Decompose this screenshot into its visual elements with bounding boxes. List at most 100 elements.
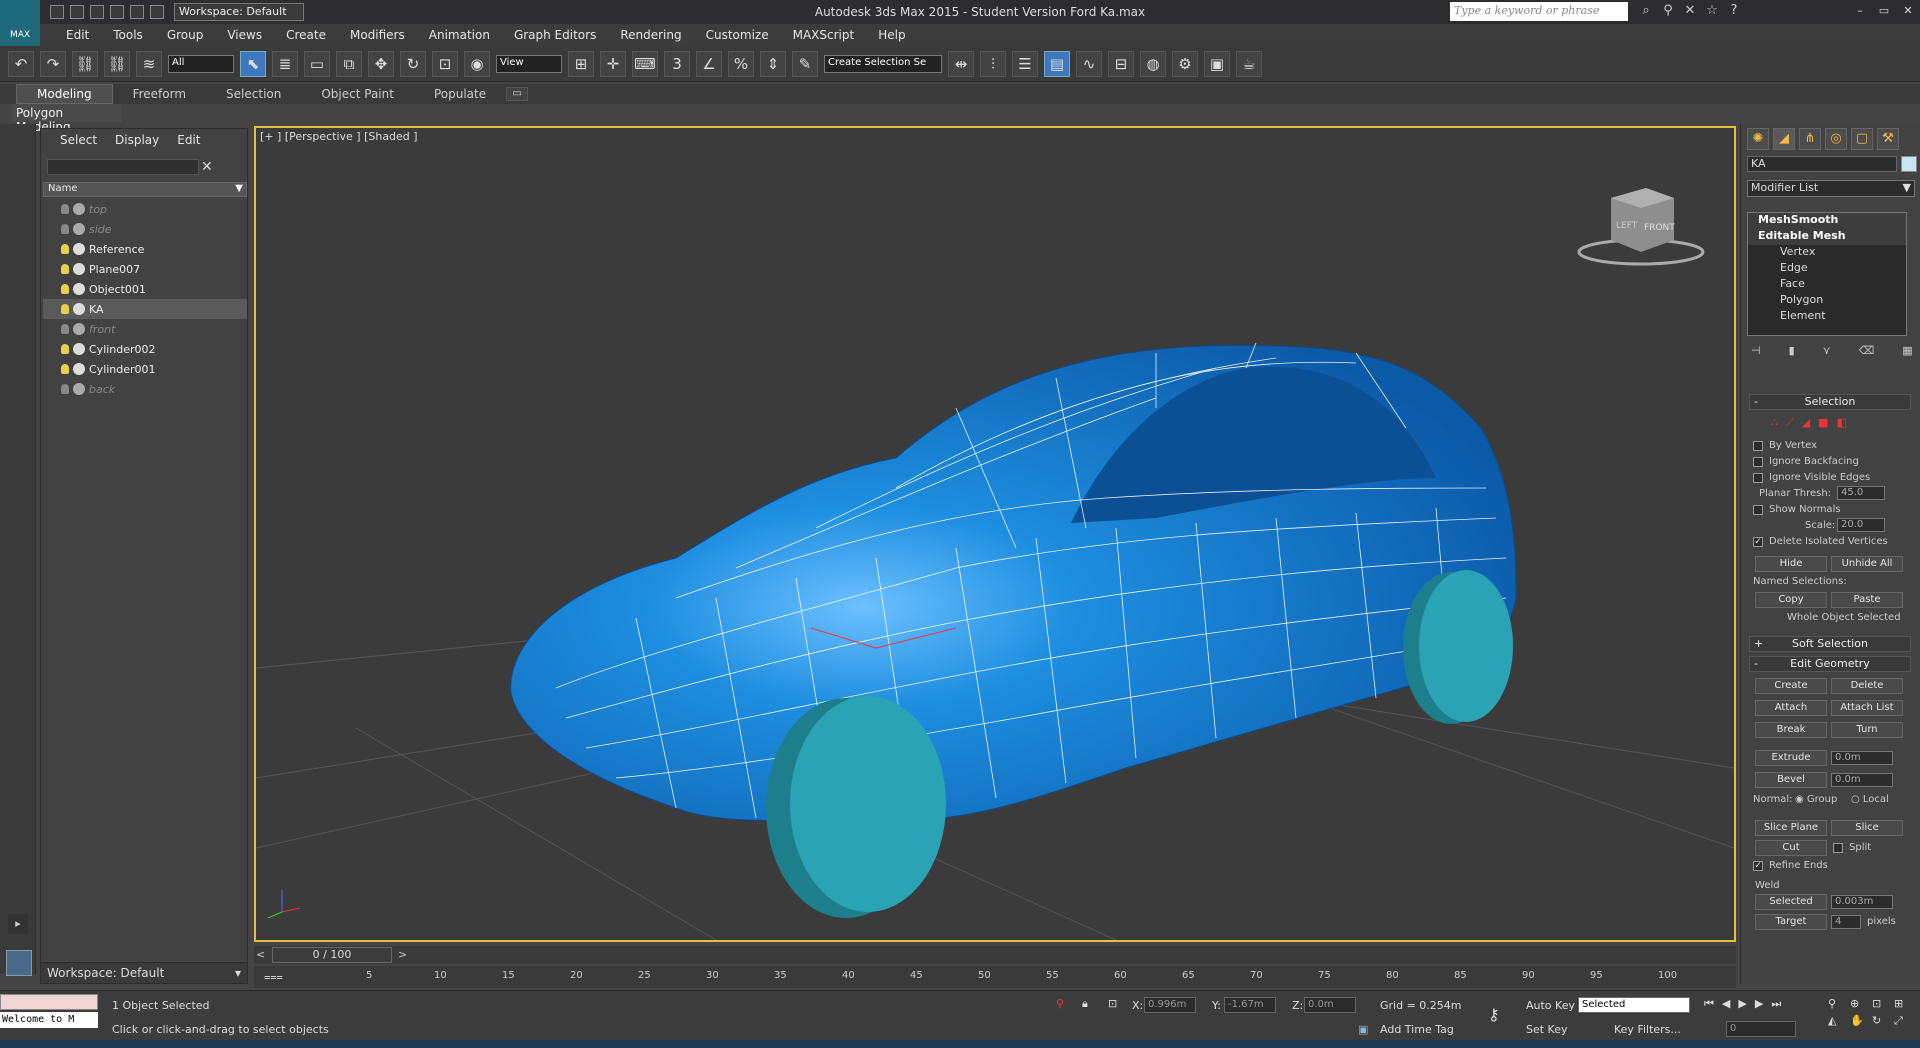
light-bulb-icon[interactable]	[61, 364, 69, 374]
delete-isolated-vertices-checkbox[interactable]: ✓ Delete Isolated Vertices	[1753, 536, 1888, 547]
teapot-icon[interactable]	[73, 383, 85, 395]
list-item[interactable]: Reference	[43, 239, 247, 259]
rectangular-selection-icon[interactable]: ▭	[304, 50, 330, 77]
teapot-icon[interactable]	[73, 363, 85, 375]
attach-list-button[interactable]: Attach List	[1831, 700, 1903, 716]
show-normals-checkbox[interactable]: Show Normals	[1753, 504, 1841, 515]
snaps-toggle-icon[interactable]: 3	[664, 50, 690, 77]
undo-icon[interactable]	[110, 5, 124, 19]
window-crossing-icon[interactable]: ⧉	[336, 50, 362, 77]
select-by-name-icon[interactable]: ≣	[272, 50, 298, 77]
current-frame-field[interactable]: 0	[1726, 1021, 1796, 1037]
redo-icon[interactable]: ↷	[40, 50, 66, 77]
percent-snap-icon[interactable]: %	[728, 50, 754, 77]
teapot-icon[interactable]	[73, 203, 85, 215]
zoom-all-icon[interactable]: ⊕	[1850, 997, 1870, 1010]
auto-key-button[interactable]: Auto Key	[1526, 999, 1575, 1012]
explorer-search-input[interactable]	[47, 159, 199, 175]
weld-selected-button[interactable]: Selected	[1755, 894, 1827, 910]
edge-subobject-icon[interactable]: ⟋	[1786, 416, 1794, 430]
edit-geometry-rollout-header[interactable]: - Edit Geometry	[1749, 656, 1911, 672]
project-folder-icon[interactable]	[150, 5, 164, 19]
play-icon[interactable]: ▶	[1738, 997, 1746, 1011]
teapot-icon[interactable]	[73, 303, 85, 315]
list-item[interactable]: Plane007	[43, 259, 247, 279]
viewcube[interactable]: LEFT FRONT	[1577, 188, 1705, 266]
workspace-dropdown[interactable]: Workspace: Default	[174, 3, 304, 21]
maximize-icon[interactable]: ▭	[1872, 0, 1896, 22]
list-item[interactable]: back	[43, 379, 247, 399]
utilities-tab-icon[interactable]: ⚒	[1877, 128, 1899, 150]
render-production-icon[interactable]: ☕	[1236, 50, 1262, 77]
object-color-swatch[interactable]	[1901, 156, 1917, 172]
teapot-icon[interactable]	[73, 343, 85, 355]
go-to-start-icon[interactable]: ⏮	[1704, 997, 1714, 1011]
menu-edit[interactable]: Edit	[54, 28, 101, 42]
keyboard-shortcut-override-icon[interactable]: ⌨	[632, 50, 658, 77]
zoom-extents-all-icon[interactable]: ⊞	[1894, 997, 1914, 1010]
set-key-button[interactable]: Set Key	[1526, 1023, 1568, 1036]
delete-button[interactable]: Delete	[1831, 678, 1903, 694]
menu-modifiers[interactable]: Modifiers	[338, 28, 417, 42]
pivot-center-icon[interactable]: ⊞	[568, 50, 594, 77]
modifier-list-dropdown[interactable]: Modifier List ▼	[1747, 180, 1915, 197]
menu-animation[interactable]: Animation	[417, 28, 502, 42]
viewport-layout-icon[interactable]	[6, 950, 32, 976]
extrude-spinner[interactable]: 0.0m	[1831, 751, 1893, 765]
attach-button[interactable]: Attach	[1755, 700, 1827, 716]
hide-button[interactable]: Hide	[1755, 556, 1827, 572]
move-icon[interactable]: ✥	[368, 50, 394, 77]
perspective-viewport[interactable]: LEFT FRONT [+ ] [Perspective ] [Shaded ]	[254, 126, 1736, 942]
time-tag-icon[interactable]: ▣	[1358, 1023, 1368, 1036]
light-bulb-icon[interactable]	[61, 344, 69, 354]
menu-views[interactable]: Views	[215, 28, 274, 42]
time-slider-thumb[interactable]: 0 / 100	[272, 947, 392, 963]
hierarchy-tab-icon[interactable]: ⋔	[1799, 128, 1821, 150]
time-slider-prev-icon[interactable]: <	[256, 948, 265, 961]
rotate-icon[interactable]: ↻	[400, 50, 426, 77]
key-filters-button[interactable]: Key Filters...	[1614, 1023, 1681, 1036]
track-bar[interactable]: ⩶ 5 10 15 20 25 30 35 40 45 50 55 60 65 70 75 80 85 90 95 1…	[254, 966, 1736, 988]
light-bulb-icon[interactable]	[61, 244, 69, 254]
scale-icon[interactable]: ⊡	[432, 50, 458, 77]
selection-filter-dropdown[interactable]: All	[168, 54, 234, 73]
light-bulb-icon[interactable]	[61, 324, 69, 334]
weld-threshold-spinner[interactable]: 0.003m	[1831, 895, 1893, 909]
stack-item[interactable]: MeshSmooth	[1748, 213, 1906, 229]
next-frame-icon[interactable]: ▶	[1755, 997, 1763, 1011]
list-item[interactable]: Cylinder001	[43, 359, 247, 379]
object-name-field[interactable]: KA	[1747, 156, 1897, 172]
stack-item[interactable]: Polygon	[1748, 293, 1906, 309]
unhide-all-button[interactable]: Unhide All	[1831, 556, 1903, 572]
selection-rollout-header[interactable]: - Selection	[1749, 394, 1911, 410]
absolute-mode-icon[interactable]: ⊡	[1108, 997, 1117, 1010]
element-subobject-icon[interactable]: ◧	[1837, 416, 1847, 430]
curve-editor-icon[interactable]: ∿	[1076, 50, 1102, 77]
stack-item[interactable]: Vertex	[1748, 245, 1906, 261]
mirror-icon[interactable]: ⇹	[948, 50, 974, 77]
key-mode-dropdown[interactable]: Selected	[1578, 997, 1690, 1013]
field-of-view-icon[interactable]: ◭	[1828, 1014, 1848, 1028]
menu-tools[interactable]: Tools	[101, 28, 155, 42]
scene-explorer-icon[interactable]: ▤	[1044, 50, 1070, 77]
orbit-icon[interactable]: ↻	[1872, 1014, 1892, 1028]
menu-help[interactable]: Help	[866, 28, 917, 42]
make-unique-icon[interactable]: ⋎	[1823, 344, 1831, 357]
undo-icon[interactable]: ↶	[8, 50, 34, 77]
zoom-icon[interactable]: ⚲	[1828, 997, 1848, 1010]
place-icon[interactable]: ◉	[464, 50, 490, 77]
add-time-tag-button[interactable]: Add Time Tag	[1380, 1023, 1454, 1036]
wheel-rear[interactable]	[1403, 570, 1513, 724]
cut-button[interactable]: Cut	[1755, 840, 1827, 856]
teapot-icon[interactable]	[73, 223, 85, 235]
vertex-subobject-icon[interactable]: ∴	[1771, 416, 1778, 430]
tab-modeling[interactable]: Modeling	[16, 84, 113, 104]
teapot-icon[interactable]	[73, 323, 85, 335]
light-bulb-icon[interactable]	[61, 204, 69, 214]
minimize-icon[interactable]: –	[1848, 0, 1872, 22]
create-tab-icon[interactable]: ✺	[1747, 128, 1769, 150]
search-icon[interactable]: ⚲	[1660, 3, 1676, 19]
planar-thresh-spinner[interactable]: 45.0	[1837, 486, 1885, 500]
viewport-label[interactable]: [+ ] [Perspective ] [Shaded ]	[260, 130, 418, 143]
maximize-viewport-icon[interactable]: ⤢	[1894, 1014, 1914, 1028]
